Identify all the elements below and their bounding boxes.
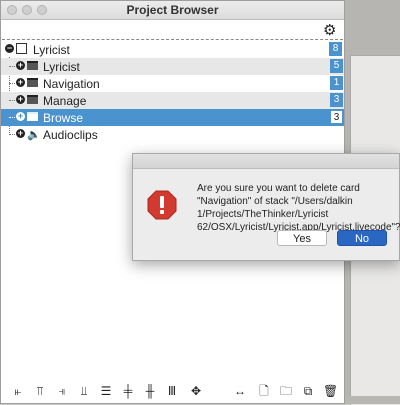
- trash-icon[interactable]: 🗑: [323, 384, 338, 398]
- card-object-count: 1: [330, 76, 343, 90]
- align-bottom-icon[interactable]: ⫫: [77, 384, 91, 398]
- tree-branch: [9, 100, 15, 102]
- tree-branch: [9, 117, 15, 119]
- resize-horizontal-icon[interactable]: ↔: [233, 384, 247, 398]
- distribute-horizontal-icon[interactable]: Ⅲ: [165, 384, 179, 398]
- tree-branch: [9, 66, 15, 68]
- card-label: Browse: [43, 111, 84, 125]
- expand-icon[interactable]: +: [16, 112, 25, 121]
- distribute-vertical-icon[interactable]: ☰: [99, 384, 113, 398]
- card-object-count: 3: [330, 93, 343, 107]
- bottom-toolbar: ⫦ ⫪ ⫣ ⫫ ☰ ╪ ╫ Ⅲ ✥ ↔ 🗋 🗀 ⧉ 🗑: [1, 381, 344, 403]
- expand-icon[interactable]: +: [16, 129, 25, 138]
- confirm-delete-dialog: Are you sure you want to delete card "Na…: [132, 153, 400, 261]
- audioclip-icon: 🔈: [27, 129, 41, 141]
- stack-label: Lyricist: [33, 43, 70, 57]
- stack-card-count: 8: [329, 42, 342, 56]
- expand-icon[interactable]: +: [16, 61, 25, 70]
- card-icon: [27, 61, 38, 70]
- center-horizontal-icon[interactable]: ╫: [143, 384, 157, 398]
- card-object-count: 3: [330, 110, 343, 124]
- card-icon: [27, 112, 38, 121]
- center-vertical-icon[interactable]: ╪: [121, 384, 135, 398]
- dialog-message: Are you sure you want to delete card "Na…: [197, 183, 400, 233]
- align-top-icon[interactable]: ⫪: [33, 384, 47, 398]
- card-row[interactable]: + Manage 3: [1, 92, 344, 109]
- card-object-count: 5: [330, 59, 343, 73]
- card-row-selected[interactable]: + Browse 3: [1, 109, 344, 126]
- card-label: Manage: [43, 94, 87, 108]
- card-label: Navigation: [43, 77, 100, 91]
- no-button[interactable]: No: [337, 230, 387, 246]
- align-left-icon[interactable]: ⫦: [11, 384, 25, 398]
- gear-icon[interactable]: ⚙: [323, 23, 336, 38]
- card-label: Audioclips: [43, 128, 98, 142]
- card-row[interactable]: + Lyricist 5: [1, 58, 344, 75]
- new-file-icon[interactable]: 🗋: [257, 384, 271, 398]
- stack-icon: [16, 43, 27, 54]
- card-icon: [27, 95, 38, 104]
- collapse-icon[interactable]: −: [5, 44, 14, 53]
- window-title: Project Browser: [126, 3, 219, 17]
- card-icon: [27, 78, 38, 87]
- stack-row[interactable]: − Lyricist 8: [2, 39, 343, 59]
- expand-icon[interactable]: +: [16, 95, 25, 104]
- align-right-icon[interactable]: ⫣: [55, 384, 69, 398]
- title-bar[interactable]: Project Browser: [1, 1, 344, 20]
- stop-sign-icon: [147, 190, 177, 220]
- tree-branch: [9, 134, 15, 136]
- card-label: Lyricist: [43, 60, 80, 74]
- expand-icon[interactable]: +: [16, 78, 25, 87]
- dialog-title-bar: [133, 154, 399, 169]
- open-folder-icon[interactable]: 🗀: [279, 384, 293, 398]
- expand-icon[interactable]: ✥: [189, 384, 203, 398]
- card-row[interactable]: + 🔈 Audioclips: [1, 126, 344, 143]
- card-row[interactable]: + Navigation 1: [1, 75, 344, 92]
- duplicate-icon[interactable]: ⧉: [301, 384, 315, 398]
- tree-branch: [9, 83, 15, 85]
- yes-button[interactable]: Yes: [277, 230, 327, 246]
